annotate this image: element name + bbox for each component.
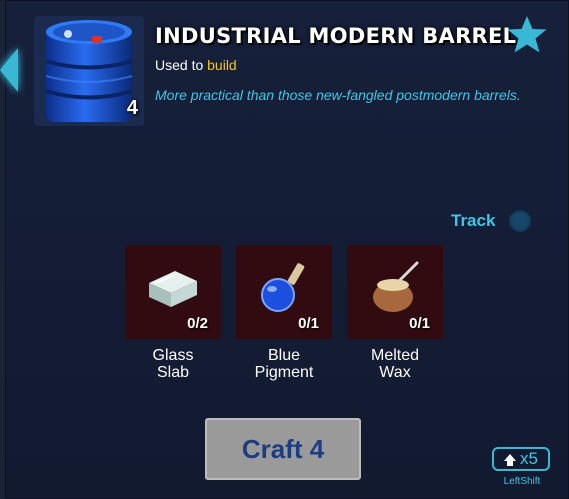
item-count: 4	[126, 97, 138, 119]
craft-button[interactable]: Craft 4	[205, 418, 361, 480]
ingredient-slot[interactable]: 0/2	[125, 245, 221, 339]
ingredient-count: 0/1	[298, 315, 319, 332]
ingredient-glass-slab[interactable]: 0/2 Glass Slab	[125, 245, 221, 381]
used-to-line: Used to build	[155, 57, 237, 73]
ingredient-name: Melted Wax	[370, 347, 420, 381]
ingredient-slot[interactable]: 0/1	[347, 245, 443, 339]
item-description: More practical than those new-fangled po…	[155, 87, 521, 103]
used-to-keyword: build	[207, 57, 237, 73]
glass-slab-icon	[149, 271, 197, 307]
melted-wax-pot-icon	[373, 261, 419, 312]
used-to-prefix: Used to	[155, 57, 204, 73]
item-icon: 4	[34, 16, 144, 126]
ingredient-blue-pigment[interactable]: 0/1 Blue Pigment	[236, 245, 332, 381]
track-toggle[interactable]	[509, 210, 532, 232]
shift-key-icon	[504, 453, 517, 466]
blue-pigment-flask-icon	[261, 263, 305, 312]
track-toggle-row[interactable]: Track	[451, 210, 532, 232]
previous-arrow-icon[interactable]	[0, 48, 18, 92]
ingredient-count: 0/1	[409, 315, 430, 332]
ingredient-slot[interactable]: 0/1	[236, 245, 332, 339]
item-title: INDUSTRIAL MODERN BARREL	[155, 24, 517, 48]
ingredient-melted-wax[interactable]: 0/1 Melted Wax	[347, 245, 443, 381]
ingredient-name: Glass Slab	[152, 347, 194, 381]
track-label: Track	[451, 211, 496, 230]
shift-key-label: LeftShift	[503, 476, 541, 487]
ingredient-name: Blue Pigment	[254, 347, 314, 381]
star-icon[interactable]	[506, 14, 548, 56]
ingredient-count: 0/2	[187, 315, 208, 332]
shift-multiplier-button[interactable]: x5	[492, 447, 550, 471]
shift-multiplier: x5	[520, 449, 538, 468]
